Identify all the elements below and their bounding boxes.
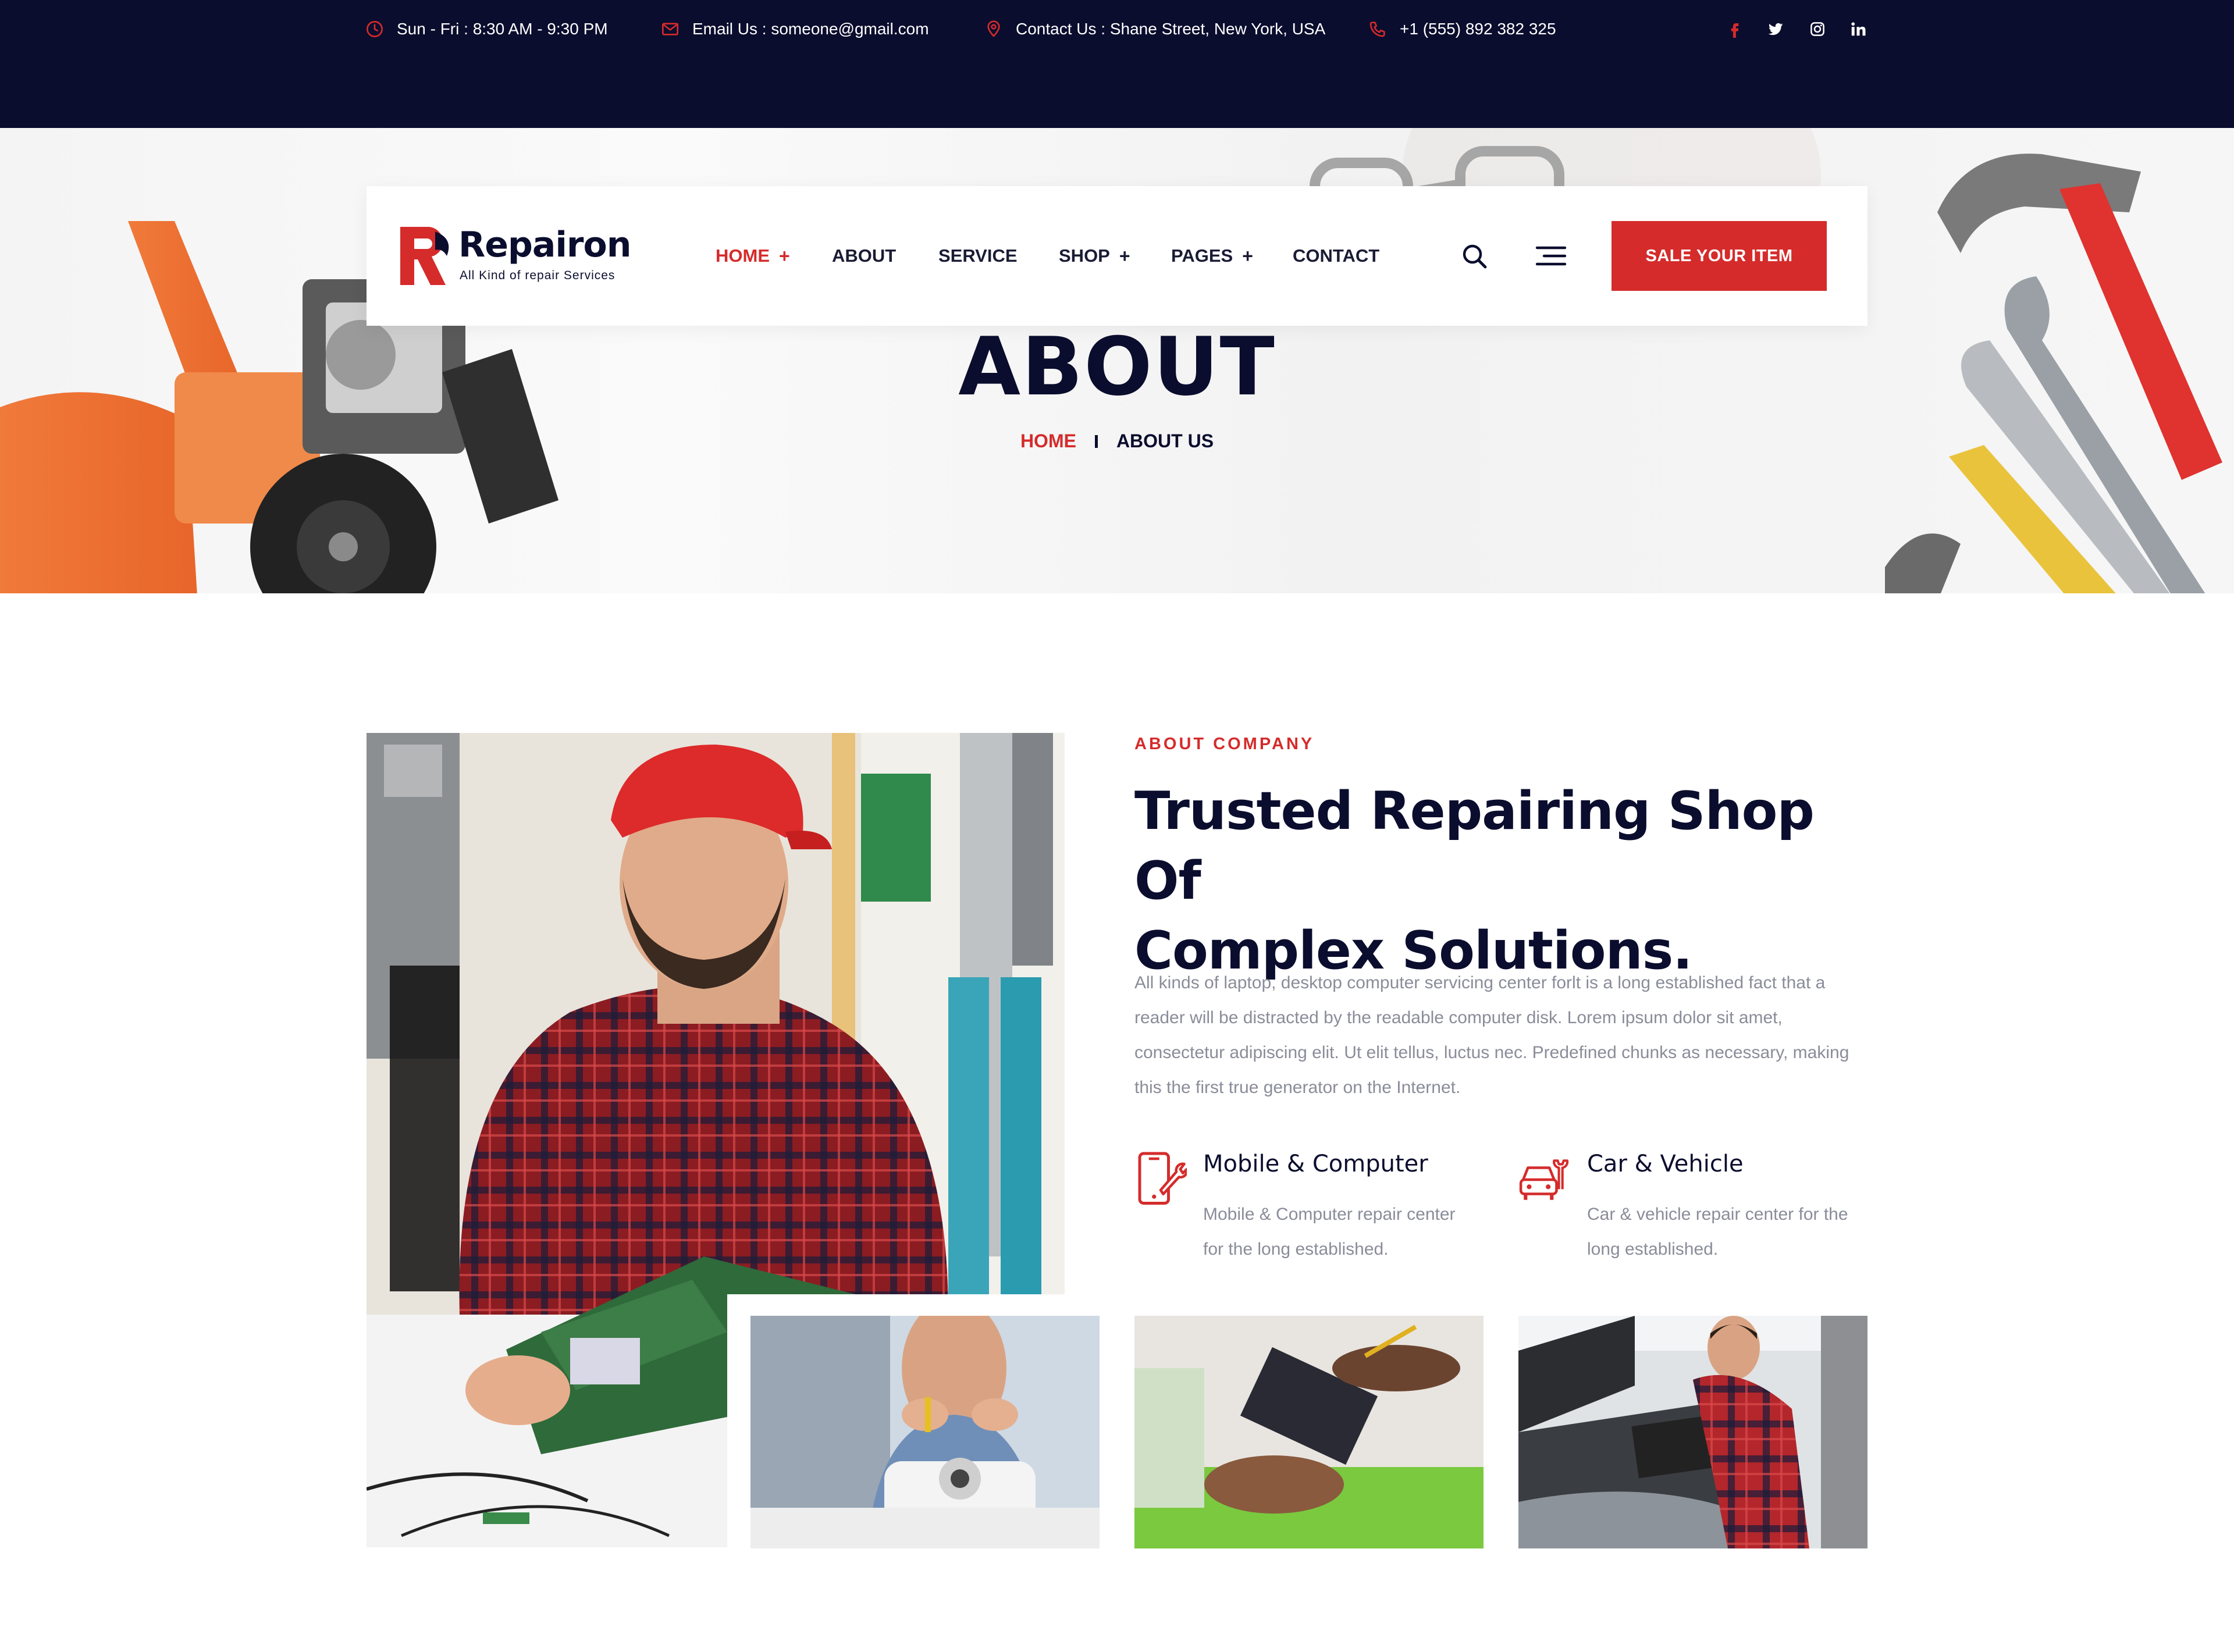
breadcrumb-separator <box>1094 435 1098 448</box>
page-title: ABOUT <box>958 320 1276 414</box>
car-repair-icon <box>1519 1159 1569 1200</box>
nav-shop-label[interactable]: SHOP <box>1059 245 1110 266</box>
location-pin-icon <box>987 20 1000 37</box>
feature-mobile-computer-title: Mobile & Computer <box>1203 1151 1428 1177</box>
section-heading-line-1: Trusted Repairing Shop Of <box>1134 781 1815 912</box>
breadcrumb-home-link[interactable]: HOME <box>1020 430 1076 452</box>
main-navigation-bar: Repairon All Kind of repair Services HOM… <box>367 186 1867 326</box>
instagram-icon[interactable] <box>1805 16 1830 42</box>
nav-pages[interactable]: PAGES + <box>1171 244 1253 268</box>
nav-pages-label[interactable]: PAGES <box>1171 245 1233 266</box>
feature-car-vehicle-title: Car & Vehicle <box>1587 1151 1744 1177</box>
feature-mobile-computer-text: Mobile & Computer repair center for the … <box>1203 1205 1456 1259</box>
section-description: All kinds of laptop, desktop computer se… <box>1134 973 1849 1097</box>
breadcrumb: HOME ABOUT US <box>908 430 1326 452</box>
logo-tagline: All Kind of repair Services <box>460 269 616 282</box>
address-info: Contact Us : Shane Street, New York, USA <box>984 17 1325 41</box>
linkedin-icon[interactable] <box>1845 16 1871 42</box>
page-hero-banner: Repairon All Kind of repair Services HOM… <box>0 128 2234 593</box>
nav-shop-expand-icon[interactable]: + <box>1119 245 1130 267</box>
facebook-icon[interactable] <box>1722 16 1748 42</box>
phone-info[interactable]: +1 (555) 892 382 325 <box>1368 17 1556 41</box>
nav-shop[interactable]: SHOP + <box>1059 244 1130 268</box>
drone-repair-image <box>750 1316 1100 1548</box>
business-hours-text: Sun - Fri : 8:30 AM - 9:30 PM <box>397 20 608 38</box>
envelope-icon <box>662 23 678 35</box>
nav-home-label[interactable]: HOME <box>716 245 770 266</box>
section-eyebrow: ABOUT COMPANY <box>1134 735 1315 753</box>
logo-name: Repairon <box>458 225 631 265</box>
section-heading: Trusted Repairing Shop Of Complex Soluti… <box>1134 777 1891 986</box>
email-info[interactable]: Email Us : someone@gmail.com <box>661 17 929 41</box>
feature-car-vehicle: Car & Vehicle Car & vehicle repair cente… <box>1518 1146 1879 1268</box>
phone-icon <box>1369 22 1385 37</box>
feature-car-vehicle-text: Car & vehicle repair center for the long… <box>1587 1205 1848 1259</box>
nav-about-label[interactable]: ABOUT <box>832 245 896 266</box>
nav-service-label[interactable]: SERVICE <box>938 245 1018 266</box>
clock-icon <box>367 21 383 37</box>
twitter-icon[interactable] <box>1763 16 1788 42</box>
address-text: Contact Us : Shane Street, New York, USA <box>1016 20 1326 38</box>
menu-icon[interactable] <box>1535 242 1567 270</box>
search-icon[interactable] <box>1460 242 1488 270</box>
phone-text[interactable]: +1 (555) 892 382 325 <box>1400 20 1556 38</box>
breadcrumb-current: ABOUT US <box>1116 430 1214 451</box>
nav-about[interactable]: ABOUT <box>832 244 896 268</box>
sale-your-item-button[interactable]: SALE YOUR ITEM <box>1612 221 1827 291</box>
nav-contact-label[interactable]: CONTACT <box>1293 245 1379 266</box>
nav-home-expand-icon[interactable]: + <box>779 245 790 267</box>
nav-service[interactable]: SERVICE <box>938 244 1018 268</box>
mobile-repair-icon <box>1138 1152 1187 1205</box>
nav-contact[interactable]: CONTACT <box>1293 244 1379 268</box>
hand-tools-image <box>1885 154 2222 593</box>
feature-mobile-computer: Mobile & Computer Mobile & Computer repa… <box>1134 1146 1495 1268</box>
business-hours: Sun - Fri : 8:30 AM - 9:30 PM <box>365 17 608 41</box>
car-engine-repair-image <box>1518 1316 1867 1548</box>
nav-home[interactable]: HOME + <box>716 244 790 268</box>
top-bar: Sun - Fri : 8:30 AM - 9:30 PM Email Us :… <box>0 0 2234 128</box>
nav-pages-expand-icon[interactable]: + <box>1242 245 1253 267</box>
circuit-board-repair-image <box>1134 1316 1484 1548</box>
logo-mark-icon <box>400 227 449 285</box>
site-logo[interactable]: Repairon All Kind of repair Services <box>400 222 633 286</box>
email-text[interactable]: Email Us : someone@gmail.com <box>692 20 929 38</box>
